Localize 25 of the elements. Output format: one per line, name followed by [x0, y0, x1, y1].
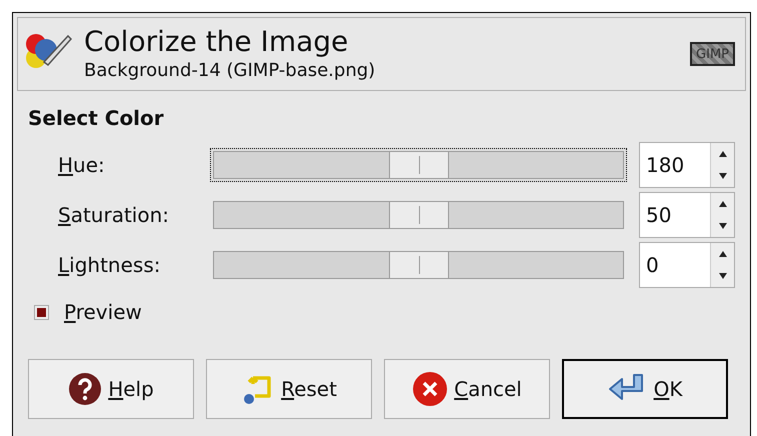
slider-label: Lightness: [58, 252, 162, 279]
slider-label: Hue: [58, 152, 106, 179]
slider-track[interactable] [210, 148, 627, 182]
close-icon [412, 371, 448, 407]
spin-value: 180 [645, 152, 686, 179]
help-icon [68, 372, 102, 406]
slider-label: Saturation: [58, 202, 170, 229]
section-title: Select Color [28, 105, 165, 131]
spin-field[interactable]: 0 [639, 242, 735, 288]
preview-label[interactable]: Preview [64, 297, 142, 327]
dialog-button[interactable]: OK [562, 359, 728, 419]
image-name: Background-14 (GIMP-base.png) [84, 59, 376, 83]
slider-thumb[interactable] [388, 251, 449, 279]
spin-field[interactable]: 180 [639, 142, 735, 188]
spin-value: 50 [645, 202, 672, 229]
dialog-button[interactable]: Cancel [384, 359, 550, 419]
preview-checkbox[interactable] [34, 304, 49, 320]
dialog-title: Colorize the Image [84, 25, 350, 59]
spin-value: 0 [645, 252, 660, 279]
spin-field[interactable]: 50 [639, 192, 735, 238]
dialog-button[interactable]: Reset [206, 359, 372, 419]
gimp-badge: GIMP [690, 42, 735, 66]
slider-thumb[interactable] [388, 201, 449, 229]
slider-thumb[interactable] [388, 151, 449, 179]
dialog-button[interactable]: Help [28, 359, 194, 419]
